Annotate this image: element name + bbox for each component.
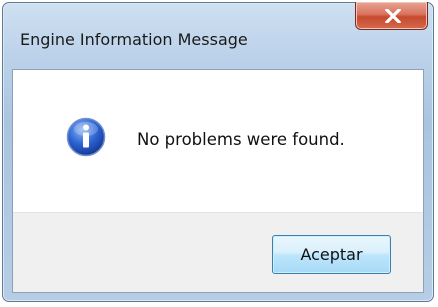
close-button[interactable] — [355, 2, 428, 30]
accept-button[interactable]: Aceptar — [272, 235, 391, 274]
close-icon — [385, 9, 401, 23]
message-dialog-window: Engine Information Message No problems w… — [2, 2, 434, 302]
information-icon — [66, 117, 106, 157]
title-bar[interactable]: Engine Information Message — [3, 2, 433, 71]
dialog-client-area: No problems were found. Aceptar — [12, 69, 424, 293]
message-text: No problems were found. — [137, 130, 345, 149]
button-bar: Aceptar — [13, 212, 423, 292]
message-area: No problems were found. — [13, 70, 423, 212]
window-title: Engine Information Message — [20, 30, 248, 49]
